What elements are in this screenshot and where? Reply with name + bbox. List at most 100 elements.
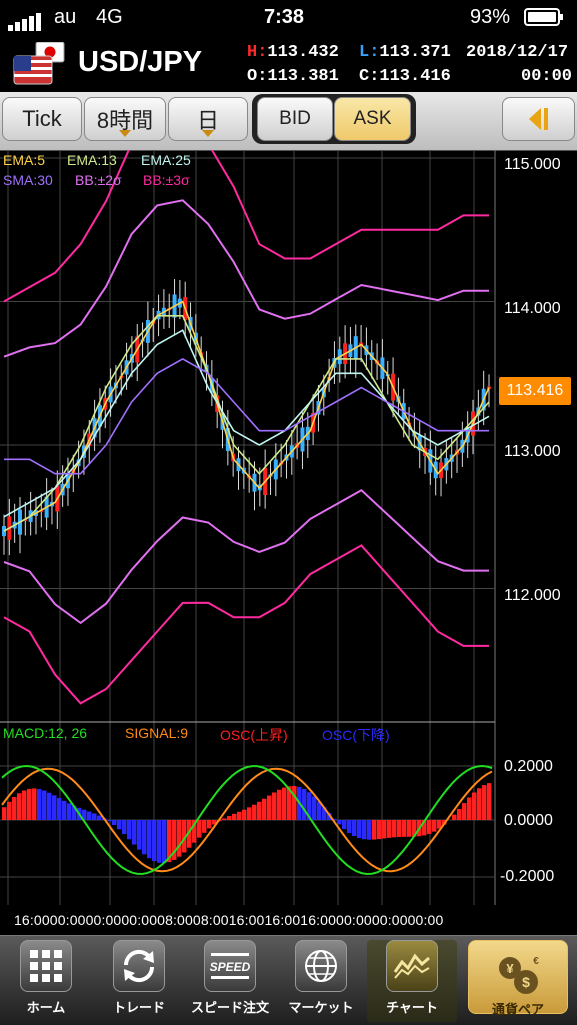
macd-histogram-bar bbox=[267, 796, 272, 820]
macd-histogram-bar bbox=[207, 820, 212, 828]
high-value: 113.432 bbox=[267, 43, 338, 62]
macd-histogram-bar bbox=[247, 807, 252, 820]
macd-histogram-bar bbox=[462, 803, 467, 820]
macd-histogram-bar bbox=[407, 820, 412, 837]
macd-histogram-bar bbox=[262, 799, 267, 820]
price-tick-115: 115.000 bbox=[504, 156, 561, 174]
battery-icon bbox=[524, 8, 560, 26]
macd-histogram-bar bbox=[232, 814, 237, 820]
macd-histogram-bar bbox=[227, 816, 232, 820]
macd-histogram-bar bbox=[112, 820, 117, 825]
speed-icon: SPEED bbox=[204, 940, 256, 992]
macd-histogram-bar bbox=[352, 820, 357, 836]
macd-histogram-bar bbox=[27, 789, 32, 820]
macd-histogram-bar bbox=[242, 810, 247, 820]
price-tick-112: 112.000 bbox=[504, 587, 561, 605]
macd-histogram-bar bbox=[92, 813, 97, 820]
tab-currency-pair[interactable]: ¥ $ € 通貨ペア bbox=[462, 940, 574, 1022]
timeframe-dropdown[interactable]: 8時間 bbox=[84, 97, 166, 141]
macd-histogram-bar bbox=[347, 820, 352, 833]
macd-histogram-bar bbox=[62, 801, 67, 820]
bid-button-label: BID bbox=[279, 108, 311, 130]
macd-histogram-bar bbox=[122, 820, 127, 834]
tick-button[interactable]: Tick bbox=[2, 97, 82, 141]
svg-text:¥: ¥ bbox=[506, 961, 514, 976]
status-bar: au 4G 7:38 93% bbox=[0, 0, 577, 36]
close-label: C: bbox=[359, 67, 379, 86]
grid-icon bbox=[20, 940, 72, 992]
macd-histogram-bar bbox=[357, 820, 362, 838]
macd-histogram-bar bbox=[402, 820, 407, 837]
ema13-line bbox=[4, 316, 489, 531]
current-price-tag: 113.416 bbox=[499, 377, 571, 405]
macd-histogram-bar bbox=[397, 820, 402, 837]
macd-histogram-bar bbox=[452, 815, 457, 820]
macd-histogram-bar bbox=[282, 788, 287, 820]
macd-histogram-bar bbox=[372, 820, 377, 840]
macd-histogram-bar bbox=[147, 820, 152, 858]
macd-histogram-bar bbox=[17, 793, 22, 820]
network-label: 4G bbox=[96, 6, 123, 29]
us-jp-flag-icon bbox=[12, 42, 70, 88]
macd-histogram-bar bbox=[467, 798, 472, 820]
chart-area[interactable]: EMA:5 EMA:13 EMA:25 SMA:30 BB:±2σ BB:±3σ… bbox=[0, 150, 577, 935]
macd-histogram-bar bbox=[342, 820, 347, 829]
legend-ema13: EMA:13 bbox=[67, 150, 117, 170]
macd-histogram-bar bbox=[277, 790, 282, 820]
legend-bb3: BB:±3σ bbox=[143, 170, 190, 190]
chevron-left-icon bbox=[527, 106, 551, 132]
macd-histogram-bar bbox=[117, 820, 122, 829]
tab-home-label: ホーム bbox=[1, 997, 91, 1016]
low-label: L: bbox=[359, 43, 379, 62]
macd-histogram-bar bbox=[2, 807, 7, 820]
tab-market[interactable]: マーケット bbox=[276, 940, 366, 1022]
macd-histogram-bar bbox=[107, 820, 112, 821]
period-dropdown[interactable]: 日 bbox=[168, 97, 248, 141]
current-price-value: 113.416 bbox=[507, 382, 564, 399]
tab-chart[interactable]: チャート bbox=[367, 940, 457, 1022]
legend-osc-up: OSC(上昇) bbox=[220, 725, 288, 745]
macd-histogram-bar bbox=[177, 820, 182, 857]
macd-histogram-bar bbox=[432, 820, 437, 832]
macd-histogram-bar bbox=[137, 820, 142, 850]
macd-histogram-bar bbox=[482, 785, 487, 820]
macd-histogram-bar bbox=[202, 820, 207, 833]
macd-histogram-bar bbox=[252, 805, 257, 820]
macd-histogram-bar bbox=[7, 802, 12, 820]
macd-histogram-bar bbox=[292, 786, 297, 820]
chevron-down-icon bbox=[119, 130, 131, 137]
ask-button[interactable]: ASK bbox=[334, 97, 411, 141]
open-label: O: bbox=[247, 67, 267, 86]
macd-histogram-bar bbox=[97, 816, 102, 820]
legend-macd: MACD:12, 26 bbox=[3, 725, 87, 741]
tab-speed-order[interactable]: SPEED スピード注文 bbox=[185, 940, 275, 1022]
macd-histogram-bar bbox=[222, 818, 227, 820]
macd-histogram-bar bbox=[377, 820, 382, 839]
macd-histogram-bar bbox=[157, 820, 162, 863]
macd-histogram-bar bbox=[337, 820, 342, 824]
price-tick-114: 114.000 bbox=[504, 300, 561, 318]
macd-histogram-bar bbox=[367, 820, 372, 840]
battery-percent: 93% bbox=[470, 6, 510, 29]
macd-histogram-bar bbox=[487, 783, 492, 820]
bar-time: 00:00 bbox=[521, 67, 572, 86]
tab-trade[interactable]: トレード bbox=[94, 940, 184, 1022]
bid-button[interactable]: BID bbox=[257, 97, 333, 141]
price-chart-svg bbox=[0, 150, 577, 935]
tab-chart-label: チャート bbox=[367, 997, 457, 1016]
svg-text:SPEED: SPEED bbox=[210, 960, 251, 974]
tab-trade-label: トレード bbox=[94, 997, 184, 1016]
macd-histogram-bar bbox=[457, 809, 462, 820]
tab-speed-order-label: スピード注文 bbox=[185, 997, 275, 1016]
open-value: 113.381 bbox=[267, 67, 338, 86]
x-axis-labels: 16:0000:0000:0000:0008:0008:0016:0016:00… bbox=[14, 912, 443, 928]
chart-icon bbox=[386, 940, 438, 992]
macd-histogram-bar bbox=[142, 820, 147, 854]
collapse-panel-button[interactable] bbox=[502, 97, 575, 141]
tab-home[interactable]: ホーム bbox=[1, 940, 91, 1022]
legend-osc-down: OSC(下降) bbox=[322, 725, 390, 745]
tab-currency-pair-label: 通貨ペア bbox=[462, 999, 574, 1018]
macd-tick-neg: -0.2000 bbox=[500, 868, 554, 886]
macd-histogram-bar bbox=[272, 792, 277, 820]
chevron-down-icon bbox=[202, 130, 214, 137]
